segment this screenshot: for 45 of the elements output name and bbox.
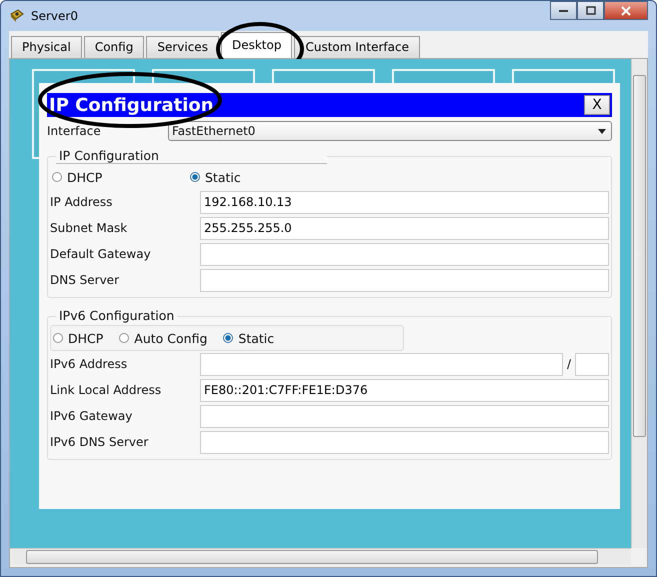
window-title: Server0	[31, 9, 78, 23]
input-field[interactable]: 192.168.10.13	[200, 190, 609, 214]
close-button[interactable]: X	[584, 95, 610, 115]
input-field[interactable]	[200, 430, 609, 454]
radio-option[interactable]: Static	[188, 170, 326, 184]
minimize-icon	[558, 8, 568, 12]
input-field[interactable]	[200, 268, 609, 292]
radio-option[interactable]: DHCP	[50, 170, 188, 184]
input-field[interactable]: FE80::201:C7FF:FE1E:D376	[200, 378, 609, 402]
field-label: Default Gateway	[50, 247, 152, 261]
tab[interactable]: Desktop	[220, 32, 292, 58]
input-field[interactable]	[200, 352, 563, 376]
close-button[interactable]	[604, 1, 648, 20]
field-label: Link Local Address	[50, 383, 162, 397]
tab[interactable]: Services	[146, 36, 219, 58]
maximize-button[interactable]	[577, 1, 604, 20]
radio-option[interactable]: Auto Config	[117, 330, 208, 346]
group-title: IPv6 Configuration	[56, 308, 178, 323]
input-field[interactable]	[200, 404, 609, 428]
field-label: IPv6 Gateway	[50, 409, 134, 423]
horizontal-scrollbar[interactable]	[10, 548, 631, 565]
dialog-title: IP Configuration	[49, 94, 214, 116]
field-label: IPv6 DNS Server	[50, 435, 150, 449]
separator-label: /	[566, 357, 572, 371]
tab[interactable]: Custom Interface	[294, 36, 420, 58]
tab[interactable]: Config	[84, 36, 144, 58]
group-title: IP Configuration	[56, 148, 327, 164]
input-field[interactable]	[200, 242, 609, 266]
vertical-scrollbar[interactable]	[631, 59, 647, 548]
field-label: IPv6 Address	[50, 357, 128, 371]
caret-icon	[598, 128, 606, 134]
tab[interactable]: Physical	[11, 36, 82, 58]
minimize-button[interactable]	[550, 1, 577, 20]
prefix-field[interactable]	[575, 352, 609, 376]
interface-label: Interface	[47, 124, 102, 138]
field-label: DNS Server	[50, 273, 120, 287]
radio-option[interactable]: Static	[221, 330, 274, 346]
field-label: Subnet Mask	[50, 221, 128, 235]
interface-dropdown[interactable]: FastEthernet0	[168, 121, 612, 141]
field-label: IP Address	[50, 195, 114, 209]
app-icon	[9, 8, 25, 24]
maximize-icon	[586, 6, 596, 15]
radio-option[interactable]: DHCP	[51, 330, 104, 346]
input-field[interactable]: 255.255.255.0	[200, 216, 609, 240]
close-icon	[621, 6, 631, 16]
